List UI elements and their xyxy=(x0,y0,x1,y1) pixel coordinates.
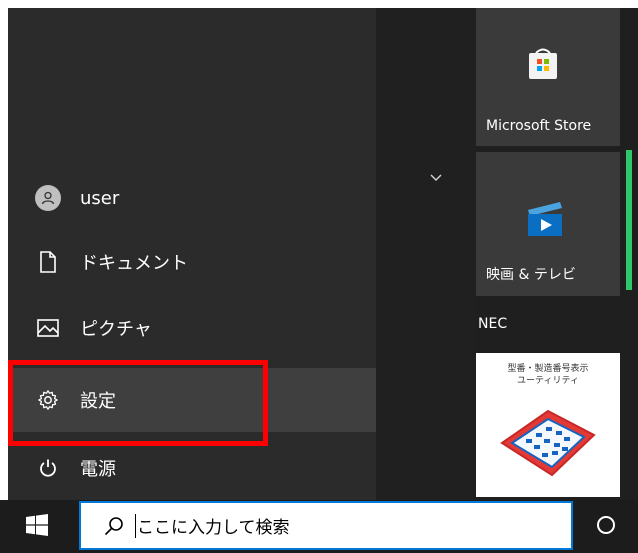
tile-microsoft-store[interactable]: Microsoft Store xyxy=(476,8,620,146)
rail-item-user[interactable]: user xyxy=(8,166,376,230)
tile-serial-utility[interactable]: 型番・製造番号表示 ユーティリティ xyxy=(476,353,620,497)
partial-tile-green xyxy=(626,150,632,290)
store-bag-icon xyxy=(529,48,557,79)
search-input[interactable]: ここに入力して検索 xyxy=(79,501,573,550)
tile-serial-line2: ユーティリティ xyxy=(517,376,579,386)
tile-group-header: NEC xyxy=(478,316,508,332)
chevron-down-icon[interactable] xyxy=(426,168,446,188)
text-caret xyxy=(135,513,136,538)
rail-label-documents: ドキュメント xyxy=(80,253,188,274)
search-icon xyxy=(104,516,123,535)
tile-label-store: Microsoft Store xyxy=(486,118,592,134)
cortana-circle-icon[interactable] xyxy=(596,515,616,535)
windows-logo-icon[interactable] xyxy=(26,514,54,540)
search-placeholder: ここに入力して検索 xyxy=(137,518,290,538)
movies-play-icon xyxy=(528,202,562,236)
tile-movies-tv[interactable]: 映画 & テレビ xyxy=(476,152,620,296)
tile-label-movies: 映画 & テレビ xyxy=(486,267,576,283)
power-icon xyxy=(28,454,68,482)
rail-item-documents[interactable]: ドキュメント xyxy=(8,230,376,294)
tile-serial-line1: 型番・製造番号表示 xyxy=(507,364,589,374)
rail-label-power: 電源 xyxy=(80,459,116,480)
user-avatar-icon xyxy=(28,184,68,212)
rail-label-pictures: ピクチャ xyxy=(80,319,152,340)
start-left-rail: user ドキュメント ピクチャ 設定 電源 xyxy=(8,8,376,500)
settings-highlight-box xyxy=(8,360,268,446)
app-list-area xyxy=(376,8,474,500)
document-icon xyxy=(28,248,68,276)
keyboard-icon xyxy=(500,409,596,477)
rail-label-user: user xyxy=(80,187,120,209)
rail-item-pictures[interactable]: ピクチャ xyxy=(8,296,376,360)
taskbar: ここに入力して検索 xyxy=(0,500,638,553)
picture-icon xyxy=(28,314,68,342)
tile-serial-text: 型番・製造番号表示 ユーティリティ xyxy=(476,363,620,387)
